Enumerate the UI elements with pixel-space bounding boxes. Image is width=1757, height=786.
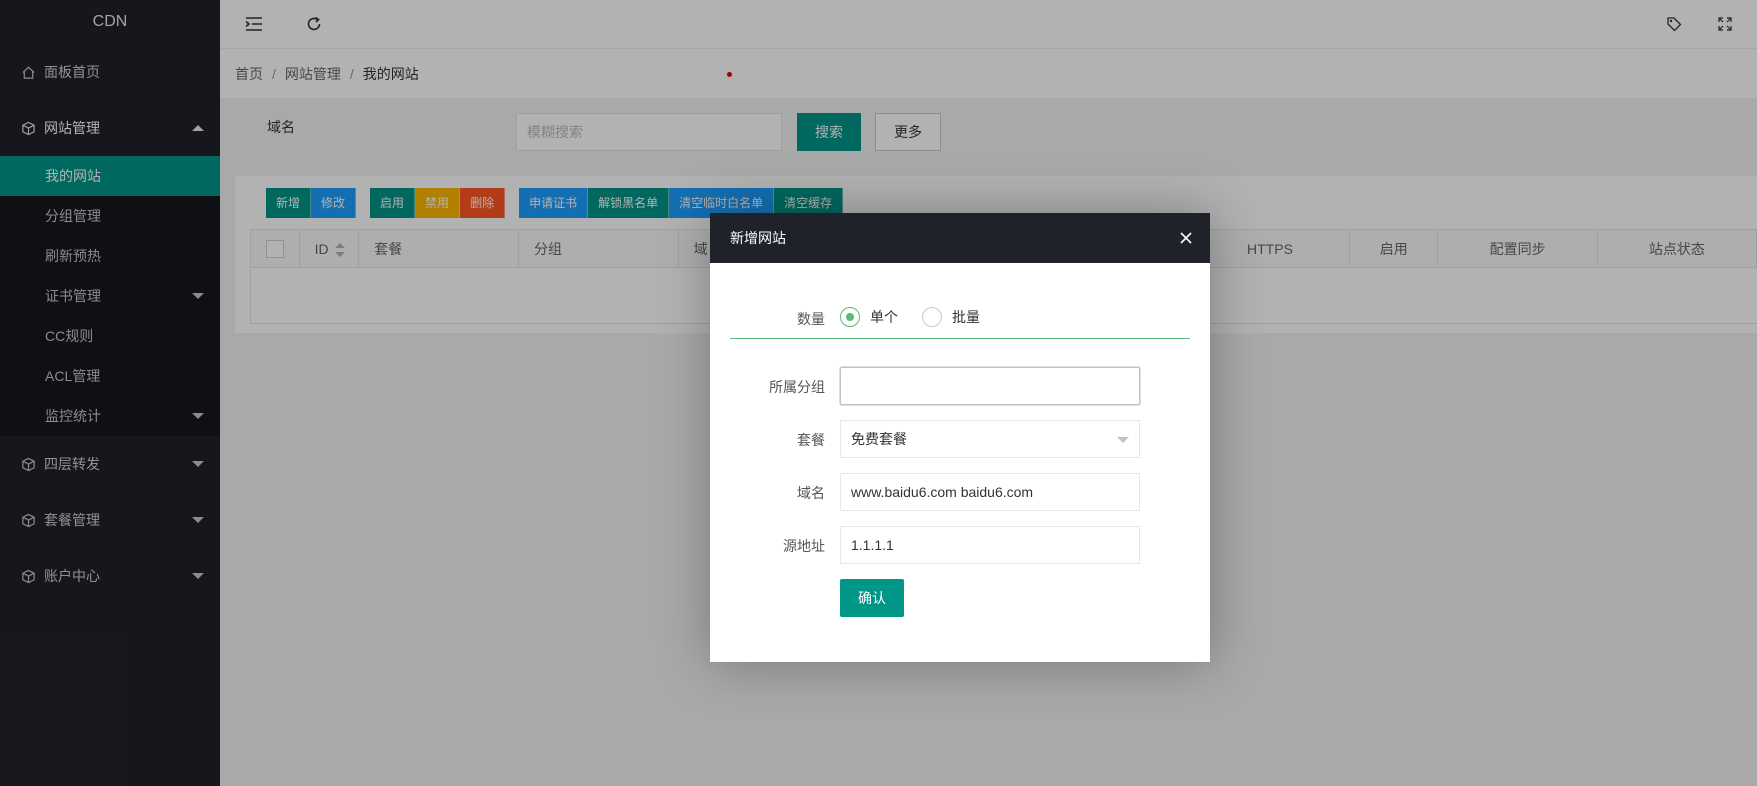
origin-field[interactable] <box>840 526 1140 564</box>
plan-label: 套餐 <box>797 432 825 448</box>
radio-single-label: 单个 <box>870 309 898 325</box>
confirm-button[interactable]: 确认 <box>840 579 904 617</box>
modal-header: 新增网站 <box>710 213 1210 263</box>
plan-select[interactable]: 免费套餐 <box>840 420 1140 458</box>
close-icon[interactable] <box>1176 228 1196 248</box>
radio-checked-icon <box>840 307 860 327</box>
radio-batch-label: 批量 <box>952 309 980 325</box>
radio-batch[interactable]: 批量 <box>922 307 980 327</box>
origin-label: 源地址 <box>783 538 825 554</box>
add-website-modal: 新增网站 数量 单个 批量 所属分组 套餐 免费套餐 域名 源地址 确认 <box>710 213 1210 662</box>
modal-title: 新增网站 <box>730 230 786 246</box>
quantity-label: 数量 <box>797 311 825 327</box>
domain-field[interactable] <box>840 473 1140 511</box>
domain-label: 域名 <box>797 485 825 501</box>
chevron-down-icon <box>1117 437 1129 443</box>
radio-unchecked-icon <box>922 307 942 327</box>
group-label: 所属分组 <box>769 379 825 395</box>
plan-select-value: 免费套餐 <box>851 431 907 447</box>
quantity-row: 数量 单个 批量 <box>730 307 1190 339</box>
group-field[interactable] <box>840 367 1140 405</box>
radio-single[interactable]: 单个 <box>840 307 898 327</box>
